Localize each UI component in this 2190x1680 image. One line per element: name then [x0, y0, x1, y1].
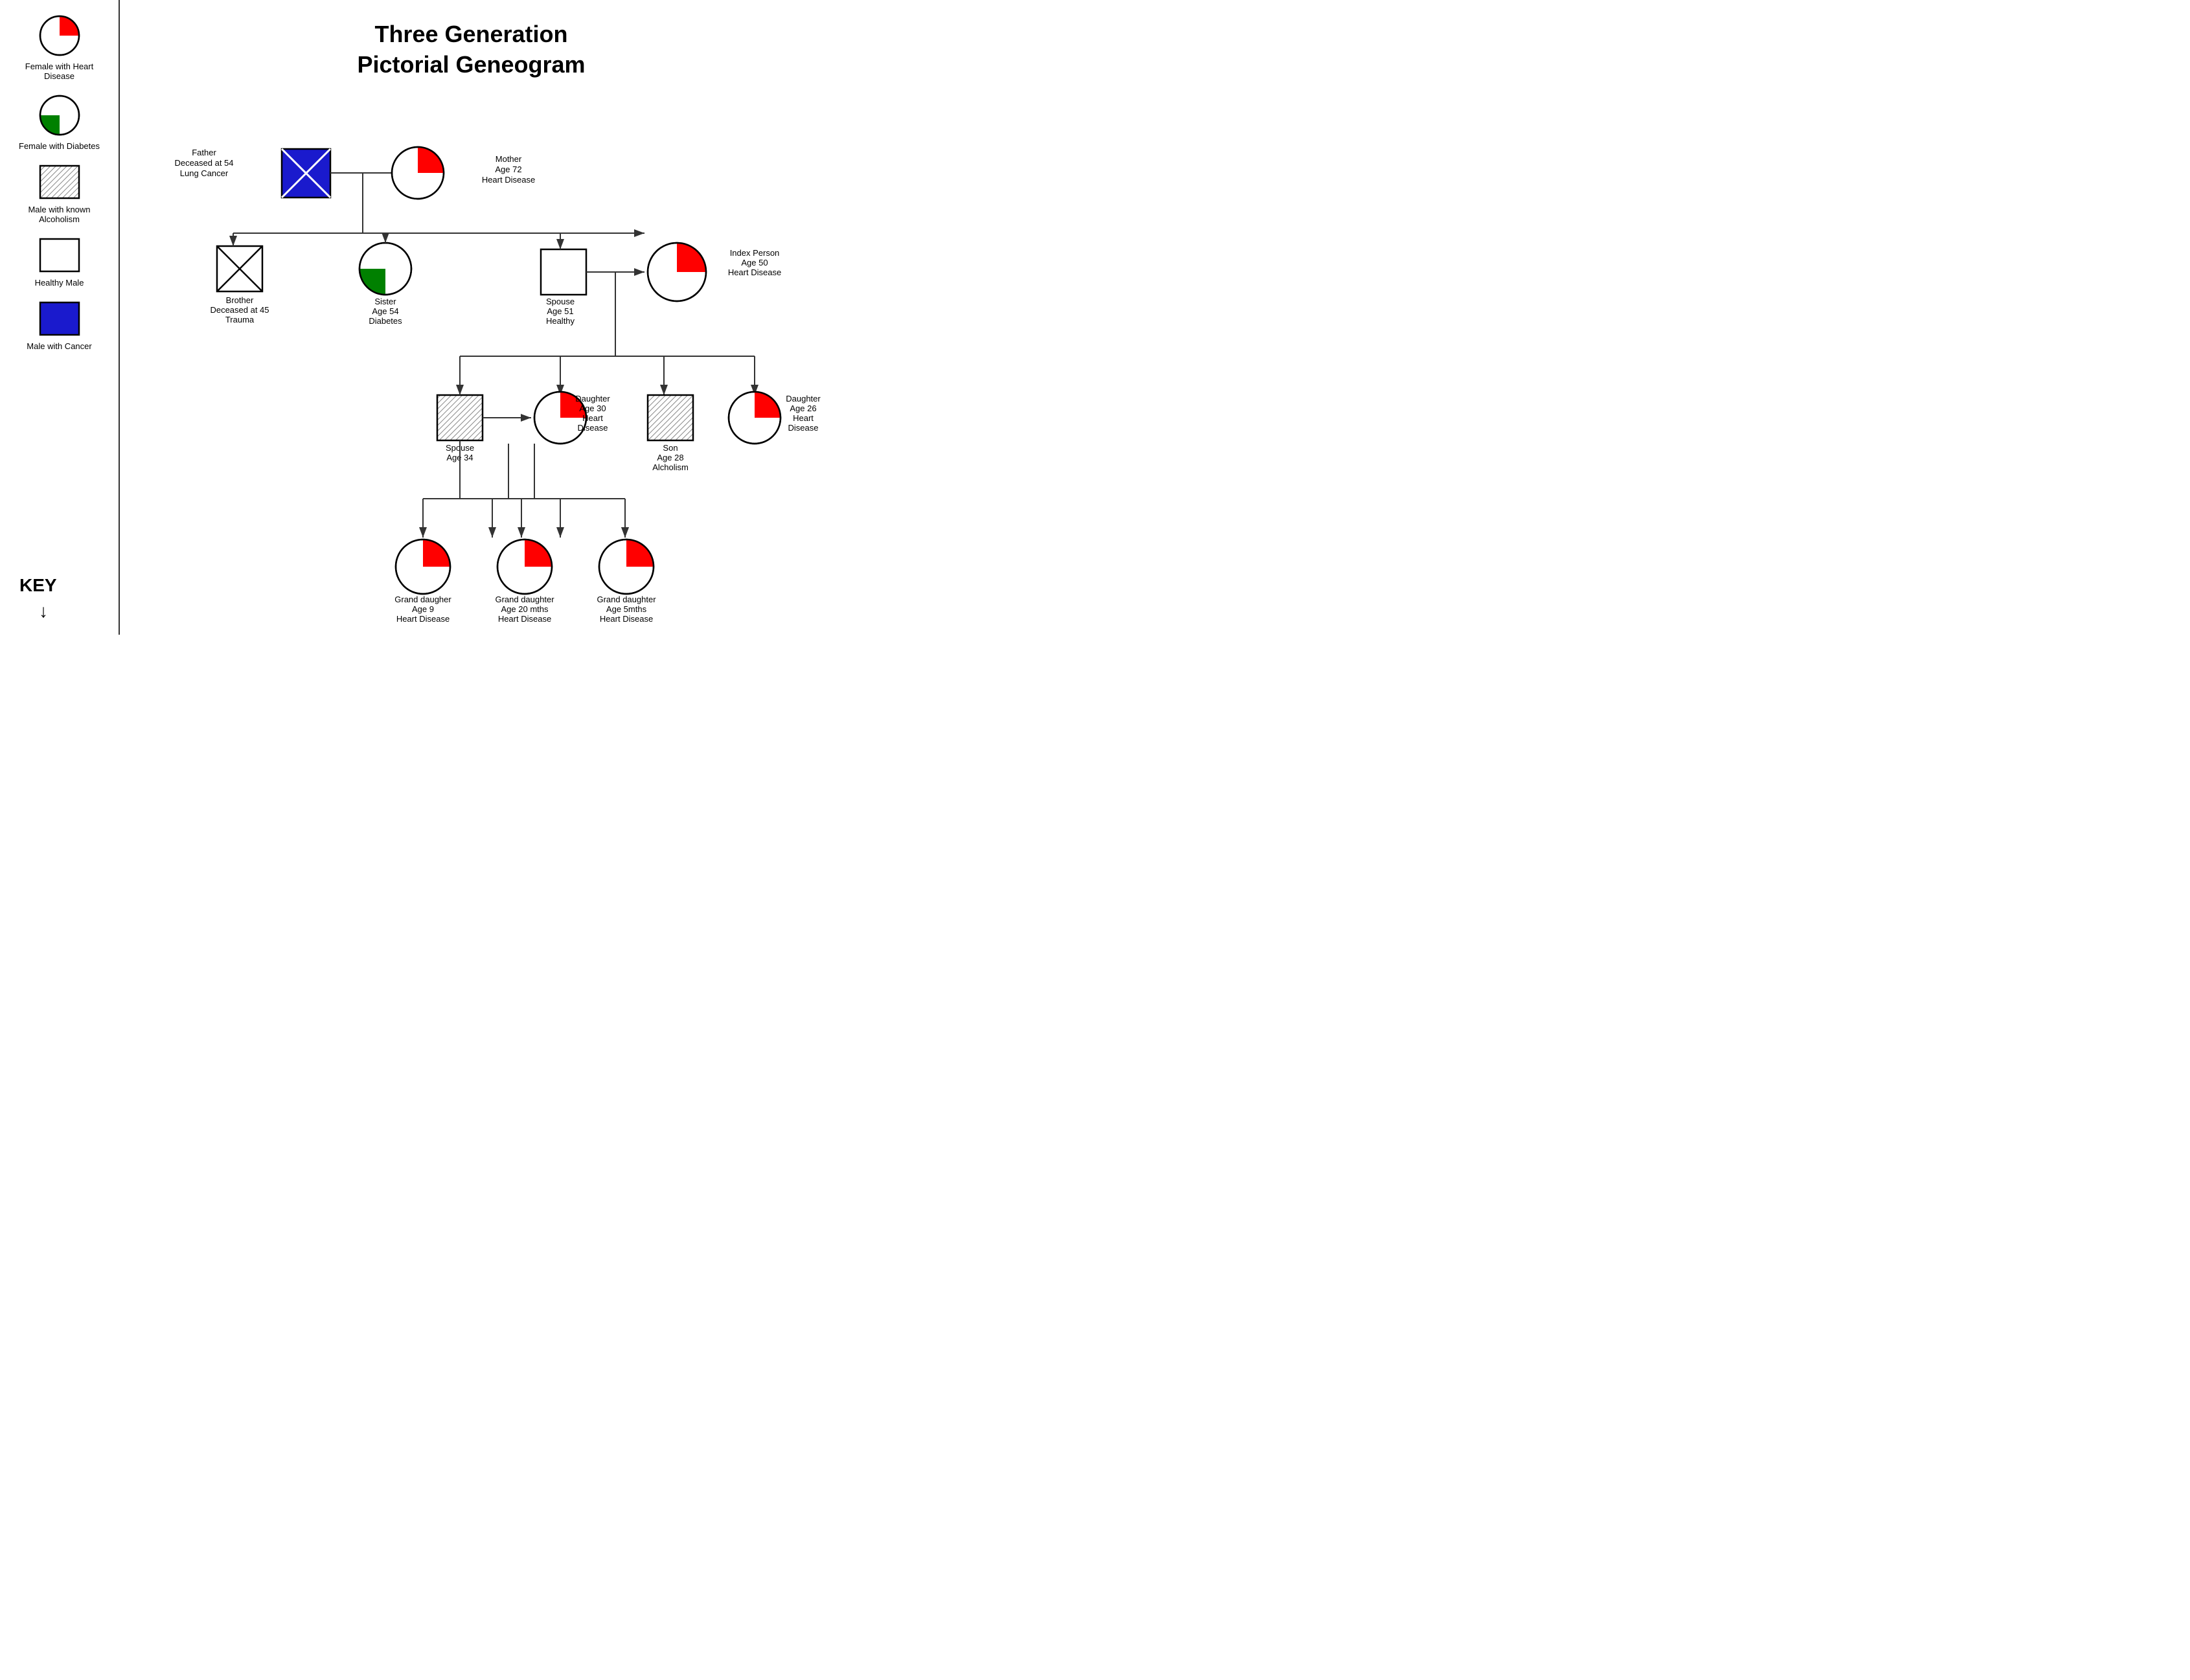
grand-daughter-1-label3: Heart Disease	[396, 614, 450, 624]
son-gen3-label: Son	[663, 443, 678, 453]
daughter-gen3-1-label: Daughter	[575, 394, 610, 403]
mother-label2: Age 72	[495, 165, 521, 174]
brother-label: Brother	[226, 295, 254, 305]
key-arrow: ↓	[39, 601, 48, 622]
key-item-healthy-male: Healthy Male	[10, 236, 109, 288]
daughter-gen3-1-label2: Age 30	[579, 403, 606, 413]
index-label2: Age 50	[741, 258, 768, 267]
mother-label: Mother	[496, 154, 522, 164]
key-title: KEY	[19, 575, 57, 596]
key-label-female-heart-disease: Female with Heart Disease	[10, 62, 109, 81]
spouse-gen2-symbol	[541, 249, 586, 295]
sister-label: Sister	[374, 297, 396, 306]
geneogram-diagram: Father Deceased at 54 Lung Cancer Mother…	[120, 78, 823, 635]
male-cancer-icon	[37, 299, 82, 338]
spouse-gen3-symbol	[437, 395, 483, 440]
daughter-gen3-1-label4: Disease	[578, 423, 608, 433]
brother-label3: Trauma	[225, 315, 255, 324]
grand-daughter-2-label2: Age 20 mths	[501, 604, 549, 614]
daughter-gen3-2-label4: Disease	[788, 423, 819, 433]
daughter-gen3-1-label3: Heart	[582, 413, 603, 423]
male-alcoholism-icon	[37, 163, 82, 201]
spouse-gen2-label3: Healthy	[546, 316, 575, 326]
female-heart-disease-icon	[37, 13, 82, 58]
index-label3: Heart Disease	[728, 267, 781, 277]
grand-daughter-3-label: Grand daughter	[597, 595, 656, 604]
key-label-healthy-male: Healthy Male	[35, 278, 84, 288]
key-item-female-diabetes: Female with Diabetes	[10, 93, 109, 151]
page-title: Three Generation Pictorial Geneogram	[120, 0, 823, 80]
healthy-male-icon	[37, 236, 82, 275]
key-label-male-alcoholism: Male with known Alcoholism	[10, 205, 109, 224]
son-gen3-label2: Age 28	[657, 453, 683, 462]
key-item-female-heart-disease: Female with Heart Disease	[10, 13, 109, 81]
daughter-gen3-2-label: Daughter	[786, 394, 821, 403]
mother-label3: Heart Disease	[482, 175, 535, 185]
key-item-male-cancer: Male with Cancer	[10, 299, 109, 351]
father-label2: Deceased at 54	[174, 158, 233, 168]
brother-label2: Deceased at 45	[210, 305, 269, 315]
grand-daughter-1-label2: Age 9	[412, 604, 434, 614]
grand-daughter-3-label2: Age 5mths	[606, 604, 647, 614]
spouse-gen2-label2: Age 51	[547, 306, 573, 316]
son-gen3-symbol	[648, 395, 693, 440]
grand-daughter-2-label3: Heart Disease	[498, 614, 551, 624]
daughter-gen3-2-label3: Heart	[793, 413, 814, 423]
sister-label3: Diabetes	[369, 316, 402, 326]
daughter-gen3-2-label2: Age 26	[790, 403, 816, 413]
father-label: Father	[192, 148, 216, 157]
key-item-male-alcoholism: Male with known Alcoholism	[10, 163, 109, 224]
son-gen3-label3: Alcholism	[652, 462, 689, 472]
sister-label2: Age 54	[372, 306, 398, 316]
key-label-male-cancer: Male with Cancer	[27, 341, 91, 351]
female-diabetes-icon	[37, 93, 82, 138]
grand-daughter-2-label: Grand daughter	[495, 595, 554, 604]
grand-daughter-1-label: Grand daugher	[394, 595, 451, 604]
spouse-gen2-label: Spouse	[546, 297, 575, 306]
key-label-female-diabetes: Female with Diabetes	[19, 141, 100, 151]
father-label3: Lung Cancer	[180, 168, 229, 178]
index-label: Index Person	[730, 248, 780, 258]
grand-daughter-3-label3: Heart Disease	[600, 614, 653, 624]
key-panel: Female with Heart Disease Female with Di…	[0, 0, 120, 635]
